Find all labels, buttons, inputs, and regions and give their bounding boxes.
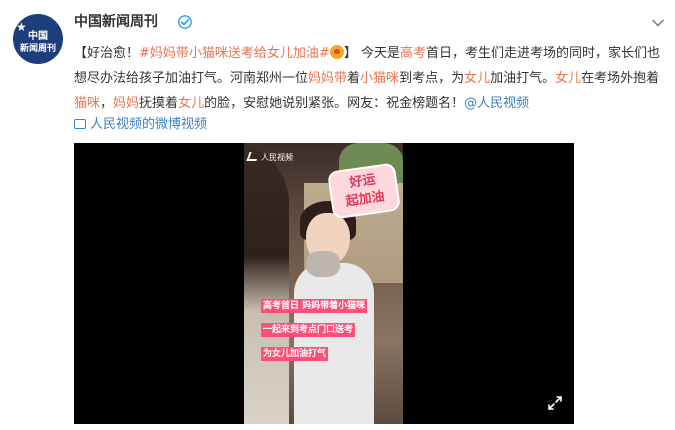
text-seg-6: 在考场外抱着 — [581, 71, 660, 86]
video-icon — [74, 119, 86, 129]
caption-line-1: 高考首日 妈妈带着小猫咪 — [261, 299, 368, 313]
text-seg-9: 的脸，安慰她说别紧张。网友：祝金榜题名！ — [204, 96, 465, 111]
video-player[interactable]: 人民视频 好运 起加油 高考首日 妈妈带着小猫咪 一起来到考点门口送考 为女儿加… — [74, 143, 574, 424]
keyword-mama-dai[interactable]: 妈妈带 — [308, 71, 347, 86]
cheer-sticker: 好运 起加油 — [326, 162, 402, 220]
fullscreen-icon[interactable] — [547, 395, 563, 411]
video-frame: 人民视频 好运 起加油 高考首日 妈妈带着小猫咪 一起来到考点门口送考 为女儿加… — [244, 143, 403, 424]
avatar-text-line1: 中国 — [28, 31, 48, 42]
keyword-nver-2[interactable]: 女儿 — [555, 71, 581, 86]
text-seg-4: 到考点，为 — [399, 71, 465, 86]
text-seg-7: ， — [100, 96, 114, 111]
keyword-gaokao[interactable]: 高考 — [400, 46, 426, 61]
keyword-xiaomaomi[interactable]: 小猫咪 — [360, 71, 399, 86]
text-seg-5: 加油打气。 — [490, 71, 556, 86]
video-source-link[interactable]: 人民视频的微博视频 — [74, 115, 207, 135]
keyword-mama-2[interactable]: 妈妈 — [113, 96, 139, 111]
video-watermark: 人民视频 — [246, 152, 293, 163]
chevron-down-icon[interactable] — [651, 16, 665, 30]
mention-link[interactable]: @人民视频 — [464, 96, 529, 111]
verified-badge-icon — [178, 15, 192, 29]
video-source-label: 人民视频的微博视频 — [90, 117, 208, 132]
cheer-emoji-icon — [329, 45, 344, 59]
text-bracket-open: 【好治愈！ — [74, 46, 140, 61]
text-seg-1: 今天是 — [360, 46, 400, 61]
mother-figure — [244, 143, 289, 424]
watermark-logo-icon — [246, 152, 260, 161]
keyword-nver-1[interactable]: 女儿 — [464, 71, 490, 86]
hashtag-link[interactable]: #妈妈带小猫咪送考给女儿加油# — [139, 46, 330, 61]
caption-line-3: 为女儿加油打气 — [261, 347, 329, 361]
text-bracket-close: 】 — [343, 46, 357, 61]
caption-line-2: 一起来到考点门口送考 — [261, 323, 356, 337]
keyword-maomi[interactable]: 猫咪 — [74, 96, 100, 111]
account-name[interactable]: 中国新闻周刊 — [74, 13, 158, 31]
text-seg-8: 抚摸着 — [139, 96, 179, 111]
kitten — [306, 251, 340, 277]
avatar[interactable]: ★ 中国 新闻周刊 — [13, 14, 63, 64]
keyword-nver-3[interactable]: 女儿 — [178, 96, 204, 111]
avatar-text-line2: 新闻周刊 — [19, 44, 56, 54]
text-seg-3: 着 — [347, 71, 361, 86]
video-caption: 高考首日 妈妈带着小猫咪 一起来到考点门口送考 为女儿加油打气 — [261, 293, 391, 365]
weibo-post-card: ★ 中国 新闻周刊 中国新闻周刊 【好治愈！#妈妈带小猫咪送考给女儿加油#】 今… — [0, 0, 675, 430]
post-text: 【好治愈！#妈妈带小猫咪送考给女儿加油#】 今天是高考首日，考生们走进考场的同时… — [74, 41, 664, 116]
watermark-text: 人民视频 — [261, 153, 293, 162]
